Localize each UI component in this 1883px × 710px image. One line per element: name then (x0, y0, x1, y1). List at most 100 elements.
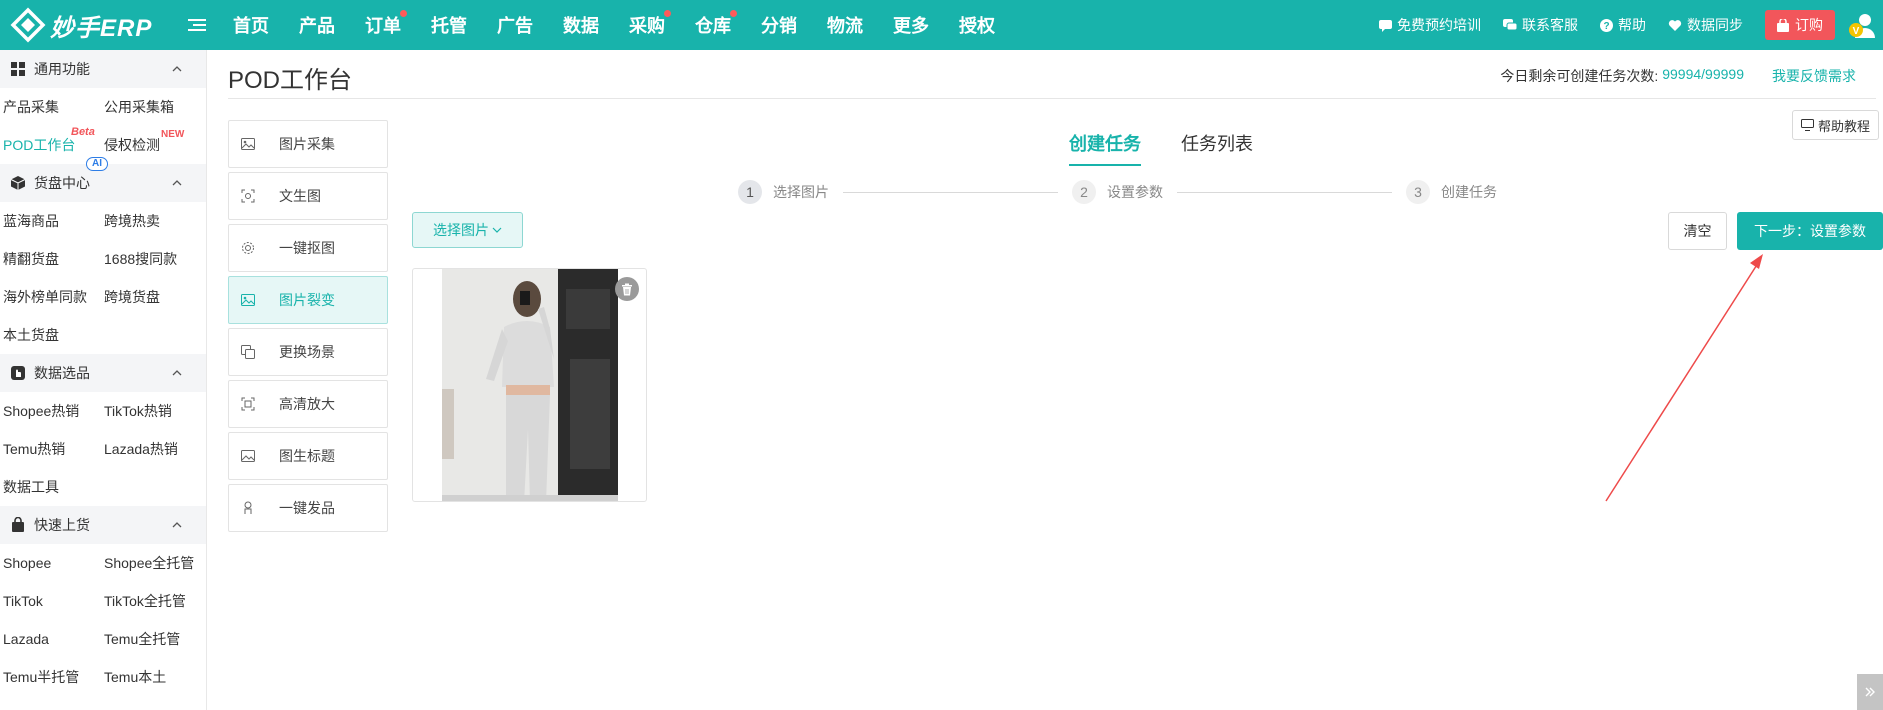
scene-icon (241, 345, 267, 359)
sidebar-item-temu-hot[interactable]: Temu热销 (0, 430, 101, 468)
nav-item[interactable]: 物流 (827, 12, 863, 38)
delete-image-button[interactable] (615, 277, 639, 301)
sidebar-item-temu-semi[interactable]: Temu半托管 (0, 658, 101, 696)
sidebar-item-translated-supply[interactable]: 精翻货盘 (0, 240, 101, 278)
nav-item[interactable]: 产品 (299, 12, 335, 38)
help-link[interactable]: ? 帮助 (1600, 15, 1646, 35)
help-label: 帮助 (1618, 17, 1646, 33)
sidebar-item-1688-search[interactable]: 1688搜同款 (101, 240, 206, 278)
nav-item[interactable]: 托管 (431, 12, 467, 38)
user-avatar[interactable]: V (1847, 10, 1877, 40)
free-training-link[interactable]: 免费预约培训 (1379, 15, 1481, 35)
bag-icon (12, 517, 24, 532)
sidebar-item-infringement-check[interactable]: 侵权检测 NEW (101, 126, 206, 164)
step-connector (843, 191, 1058, 193)
monitor-icon (1800, 119, 1814, 131)
top-navigation-bar: 妙手ERP 首页 产品 订单 托管 广告 数据 采购 仓库 分销 物流 更多 授权 免费预约培训 联系… (0, 0, 1883, 50)
step-select-image: 1 选择图片 (738, 180, 829, 204)
app-logo[interactable]: 妙手ERP (0, 7, 180, 43)
sidebar-section-quick-listing[interactable]: 快速上货 (0, 506, 206, 544)
sidebar-item-public-collect-box[interactable]: 公用采集箱 (101, 88, 206, 126)
sidebar: 通用功能 产品采集 公用采集箱 POD工作台 Beta AI 侵权检测 NEW … (0, 50, 207, 710)
sidebar-item-temu-full[interactable]: Temu全托管 (101, 620, 206, 658)
section-title: 通用功能 (34, 61, 90, 77)
chevron-up-icon (172, 66, 182, 72)
section-title: 货盘中心 (34, 175, 90, 191)
clear-button[interactable]: 清空 (1668, 212, 1727, 250)
nav-item[interactable]: 采购 (629, 10, 671, 38)
nav-item-label: 订单 (365, 16, 401, 36)
nav-item[interactable]: 分销 (761, 12, 797, 38)
help-tutorial-button[interactable]: 帮助教程 (1791, 110, 1879, 140)
tool-item[interactable]: 文生图 (228, 172, 388, 220)
tool-item[interactable]: 图片裂变 (228, 276, 388, 324)
shopping-bag-icon (1777, 18, 1789, 32)
feedback-link[interactable]: 我要反馈需求 (1772, 66, 1856, 86)
nav-item[interactable]: 广告 (497, 12, 533, 38)
quota-info: 今日剩余可创建任务次数: 99994/99999 我要反馈需求 (1500, 66, 1856, 86)
sidebar-item-cross-border-supply[interactable]: 跨境货盘 (101, 278, 206, 316)
sidebar-item-local-supply[interactable]: 本土货盘 (0, 316, 101, 354)
nav-item-label: 广告 (497, 16, 533, 36)
tab-task-list[interactable]: 任务列表 (1181, 130, 1253, 166)
nav-item[interactable]: 首页 (233, 12, 269, 38)
section-title: 快速上货 (34, 517, 90, 533)
order-button[interactable]: 订购 (1765, 10, 1835, 40)
sidebar-item-blue-ocean[interactable]: 蓝海商品 (0, 202, 101, 240)
sidebar-item-tiktok-full[interactable]: TikTok全托管 (101, 582, 206, 620)
tool-item[interactable]: 一键抠图 (228, 224, 388, 272)
section-title: 数据选品 (34, 365, 90, 381)
tool-list: 图片采集 文生图一键抠图图片裂变更换场景 高清放大 图生标题 一键发品 (228, 120, 388, 536)
sidebar-item-data-tools[interactable]: 数据工具 (0, 468, 101, 506)
expand-panel-button[interactable] (1857, 674, 1883, 710)
product-photo (442, 269, 618, 501)
nav-item-label: 首页 (233, 16, 269, 36)
select-image-dropdown[interactable]: 选择图片 (412, 212, 523, 248)
sidebar-item-lazada[interactable]: Lazada (0, 620, 101, 658)
tool-item[interactable]: 图生标题 (228, 432, 388, 480)
nav-item[interactable]: 仓库 (695, 10, 737, 38)
sidebar-item-shopee[interactable]: Shopee (0, 544, 101, 582)
sidebar-item-cross-border-hot[interactable]: 跨境热卖 (101, 202, 206, 240)
nav-item[interactable]: 数据 (563, 12, 599, 38)
sidebar-item-tiktok[interactable]: TikTok (0, 582, 101, 620)
tool-label: 一键抠图 (279, 240, 335, 256)
sidebar-section-general[interactable]: 通用功能 (0, 50, 206, 88)
menu-toggle-icon[interactable] (188, 19, 206, 31)
step-number: 3 (1406, 180, 1430, 204)
sidebar-item-overseas-rank[interactable]: 海外榜单同款 (0, 278, 101, 316)
nav-item[interactable]: 订单 (365, 10, 407, 38)
contact-support-link[interactable]: 联系客服 (1503, 15, 1578, 35)
nav-item-label: 物流 (827, 16, 863, 36)
page-title: POD工作台 (228, 67, 353, 94)
selected-image-card[interactable] (412, 268, 647, 502)
nav-item[interactable]: 授权 (959, 12, 995, 38)
sidebar-item-lazada-hot[interactable]: Lazada热销 (101, 430, 206, 468)
sidebar-item-shopee-full[interactable]: Shopee全托管 (101, 544, 206, 582)
tool-item[interactable]: 高清放大 (228, 380, 388, 428)
sidebar-section-data-selection[interactable]: 数据选品 (0, 354, 206, 392)
sidebar-item-temu-local[interactable]: Temu本土 (101, 658, 206, 696)
tool-label: 图片裂变 (279, 292, 335, 308)
tool-item[interactable]: 图片采集 (228, 120, 388, 168)
sidebar-item-product-collect[interactable]: 产品采集 (0, 88, 101, 126)
order-label: 订购 (1795, 17, 1823, 33)
sidebar-item-shopee-hot[interactable]: Shopee热销 (0, 392, 101, 430)
publish-icon (241, 501, 267, 515)
chat-icon (1379, 19, 1392, 32)
notification-dot (400, 10, 407, 17)
notification-dot (664, 10, 671, 17)
trash-icon (622, 283, 632, 295)
nav-item-label: 数据 (563, 16, 599, 36)
free-training-label: 免费预约培训 (1397, 17, 1481, 33)
data-sync-label: 数据同步 (1687, 17, 1743, 33)
tool-item[interactable]: 一键发品 (228, 484, 388, 532)
chevron-up-icon (172, 180, 182, 186)
data-sync-link[interactable]: 数据同步 (1668, 15, 1743, 35)
nav-item[interactable]: 更多 (893, 12, 929, 38)
tool-item[interactable]: 更换场景 (228, 328, 388, 376)
sidebar-item-tiktok-hot[interactable]: TikTok热销 (101, 392, 206, 430)
next-step-button[interactable]: 下一步：设置参数 (1737, 212, 1883, 250)
tab-create-task[interactable]: 创建任务 (1069, 130, 1141, 166)
sidebar-item-pod-workbench[interactable]: POD工作台 Beta AI (0, 126, 108, 171)
